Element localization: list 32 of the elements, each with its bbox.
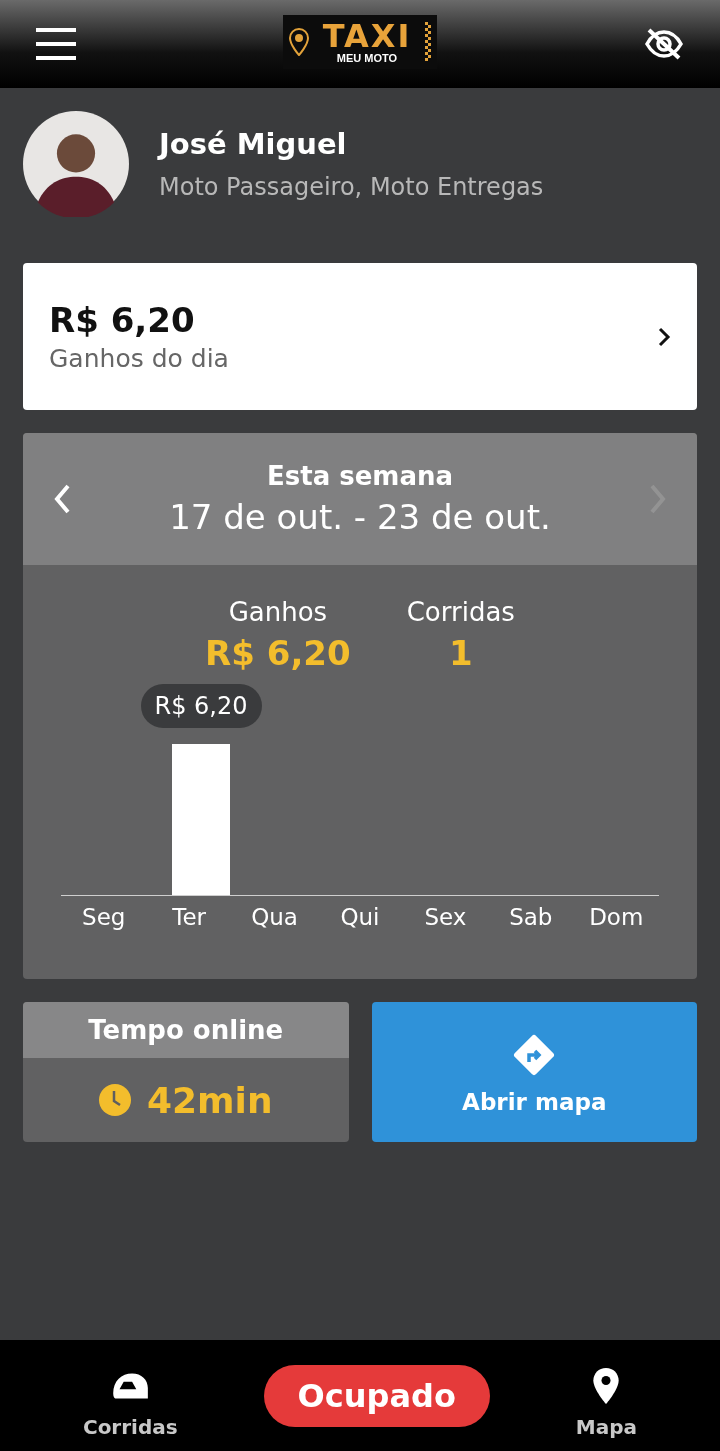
driver-name: José Miguel — [159, 127, 348, 161]
earnings-amount: R$ 6,20 — [49, 300, 196, 340]
menu-icon[interactable] — [36, 26, 76, 62]
chevron-right-icon — [657, 325, 671, 348]
stat-label: Corridas — [406, 597, 515, 627]
day-label: Sex — [423, 903, 468, 930]
day-label: Dom — [588, 903, 645, 930]
day-label: Seg — [81, 903, 127, 930]
stat-value: R$ 6,20 — [205, 633, 351, 673]
day-label: Sab — [508, 903, 554, 930]
pin-icon — [289, 28, 309, 56]
stat-value: 1 — [447, 633, 474, 673]
clock-icon — [98, 1084, 131, 1116]
status-button[interactable]: Ocupado — [263, 1364, 490, 1427]
day-label: Qui — [339, 903, 381, 930]
service-types: Moto Passageiro, Moto Entregas — [159, 173, 544, 201]
value-tooltip: R$ 6,20 — [140, 683, 262, 728]
day-label: Ter — [171, 903, 207, 930]
online-time-title: Tempo online — [23, 1002, 349, 1058]
date-range: 17 de out. - 23 de out. — [169, 497, 551, 537]
logo-subtext: MEU MOTO — [336, 52, 398, 64]
nav-item[interactable]: Mapa — [575, 1366, 638, 1439]
online-time-value: 42min — [146, 1079, 273, 1121]
eye-off-icon[interactable] — [644, 28, 684, 60]
earnings-card[interactable]: R$ 6,20 Ganhos do dia — [23, 263, 697, 410]
logo-text: TAXI — [322, 20, 412, 52]
week-title: Esta semana — [265, 461, 455, 491]
nav-item[interactable]: Corridas — [82, 1366, 178, 1439]
earnings-label: Ganhos do dia — [49, 344, 229, 373]
day-label: Qua — [250, 903, 299, 930]
stat-label: Ganhos — [227, 597, 329, 627]
checker-icon — [425, 22, 431, 62]
